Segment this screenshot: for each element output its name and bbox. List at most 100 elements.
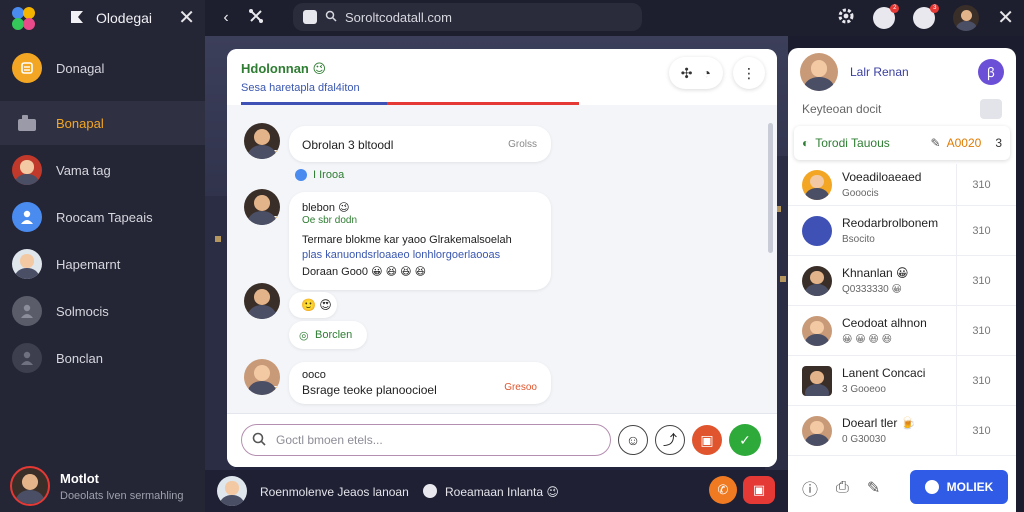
call-icon[interactable]: ✆ (709, 476, 737, 504)
pin-icon: ✎ (930, 136, 941, 150)
contact-header: Lalr Renan ꞵ (788, 48, 1016, 96)
list-item[interactable]: Doearl tler 🍺 0 G30030 310 (788, 406, 1016, 456)
settings-gear-icon[interactable] (837, 7, 855, 30)
sidebar-item-label: Donagal (56, 60, 105, 76)
puzzle-icon[interactable]: ✣ (681, 65, 693, 82)
cta-icon (924, 480, 939, 494)
list-item-name: Ceodoat alhnon (842, 316, 927, 330)
message-text: Termare blokme kar yaoo Glrakemalsoelah (302, 234, 512, 246)
list-item[interactable]: Ceodoat alhnon 😀 😀 😆 😆 310 (788, 306, 1016, 356)
contact-avatar[interactable] (800, 53, 838, 91)
reaction-line: I Irooa (295, 169, 344, 181)
user-avatar (10, 466, 50, 506)
info-icon[interactable]: ⓘ (802, 476, 818, 500)
check-icon: ◎ (299, 330, 309, 342)
list-item-sub: 0 G30030 (842, 434, 886, 445)
message-input[interactable]: Goctl bmoen etels... (241, 424, 611, 456)
list-item[interactable]: Reodarbrolbonem Bsocito 310 (788, 206, 1016, 256)
list-item[interactable]: Khnanlan 😀 Q0333330 😀 310 (788, 256, 1016, 306)
list-item-sub: 😀 😀 😆 😆 (842, 334, 893, 345)
edit-icon[interactable]: ✎ (867, 478, 880, 498)
status-chip[interactable]: ◎ Borclen (289, 321, 367, 349)
url-text: Soroltcodatall.com (345, 9, 452, 25)
folder-icon (12, 108, 42, 138)
sidebar-item-bonapal[interactable]: Bonapal (0, 101, 205, 145)
tab-indicator-secondary[interactable] (387, 102, 579, 105)
message-text: Bsrage teoke planoocioel (302, 383, 437, 397)
app-flag-icon (66, 7, 88, 29)
list-item-name: Doearl tler 🍺 (842, 416, 916, 430)
search-icon (325, 10, 337, 25)
card-icon[interactable] (980, 99, 1002, 119)
sidebar-item-roocam-tapeais[interactable]: Roocam Tapeais (0, 195, 205, 239)
media-icon[interactable]: ▣ (692, 425, 722, 455)
message-bubble: ooco Bsrage teoke planoocioel Gresoo (289, 362, 551, 404)
sidebar-item-label: Vama tag (56, 162, 111, 178)
close-window-icon[interactable]: ✕ (997, 8, 1014, 28)
message-avatar[interactable] (244, 283, 280, 319)
chat-scrollbar[interactable] (768, 123, 773, 253)
cta-button[interactable]: MOLIEK (910, 470, 1008, 504)
list-avatar (802, 169, 832, 200)
message-avatar[interactable] (244, 359, 280, 395)
ticket-count: 3 (995, 136, 1002, 150)
bottom-left-text: Roenmolenve Jeaos lanoan (260, 485, 409, 499)
contact-action-icon[interactable]: ꞵ (978, 59, 1004, 85)
sidebar-item-donagal[interactable]: Donagal (0, 46, 205, 90)
message-input-placeholder: Goctl bmoen etels... (276, 433, 383, 447)
print-icon[interactable]: ⎙ (836, 479, 849, 497)
profile-avatar[interactable] (953, 5, 980, 31)
list-item-time: 310 (956, 406, 1006, 456)
tools-icon[interactable] (241, 8, 271, 29)
bottom-avatar[interactable] (217, 476, 247, 506)
bottom-strip: Roenmolenve Jeaos lanoan Roeamaan Inlant… (205, 470, 788, 512)
cta-label: MOLIEK (946, 480, 994, 494)
emoji-icon[interactable]: ☺ (618, 425, 648, 455)
list-item-name: Khnanlan 😀 (842, 266, 909, 280)
list-item-name: Voeadiloaeaed (842, 170, 922, 184)
media-share-icon[interactable]: ▣ (743, 476, 775, 504)
sidebar-title: Olodegai (96, 10, 153, 26)
person-icon (12, 202, 42, 232)
close-sidebar-icon[interactable]: ✕ (178, 8, 195, 28)
list-item[interactable]: Lanent Concaci 3 Gooeoo 310 (788, 356, 1016, 406)
list-item[interactable]: Voeadiloaeaed Gooocis 310 (788, 164, 1016, 206)
sidebar-item-vama-tag[interactable]: Vama tag (0, 148, 205, 192)
back-icon[interactable]: ‹ (211, 9, 241, 27)
message-avatar[interactable] (244, 189, 280, 225)
list-avatar (802, 365, 832, 396)
sidebar-item-label: Hapemarnt (56, 256, 121, 272)
timer-icon[interactable]: ◔ (703, 65, 711, 81)
url-bar[interactable]: Soroltcodatall.com (293, 3, 642, 31)
current-user[interactable]: Motlot Doeolats lven sermahling (0, 460, 205, 512)
ticket-card[interactable]: ◐ Torodi Tauous ✎ A0020 3 (794, 126, 1010, 160)
sidebar-item-solmocis[interactable]: Solmocis (0, 289, 205, 333)
ticket-code: A0020 (946, 136, 982, 150)
chat-tools-pill[interactable]: ✣ ◔ (668, 57, 723, 89)
app-logo[interactable] (10, 4, 38, 32)
reaction-text: I Irooa (313, 169, 345, 181)
left-sidebar: Olodegai ✕ Donagal Bonapal Vama tag Rooc… (0, 0, 205, 512)
lock-icon (303, 10, 317, 24)
sidebar-item-label: Solmocis (56, 303, 109, 319)
message-text: Obrolan 3 bltoodl (302, 138, 394, 152)
user-subtitle: Doeolats lven sermahling (60, 489, 184, 502)
list-item-time: 310 (956, 164, 1006, 206)
chat-panel: Hdolonnan 😉 Sesa haretapla dfal4iton ✣ ◔… (227, 49, 777, 467)
sidebar-item-hapemarnt[interactable]: Hapemarnt (0, 242, 205, 286)
more-options-icon[interactable]: ⋮ (733, 57, 765, 89)
notification-icon[interactable]: 2 (873, 4, 900, 29)
reaction-dot-icon (295, 169, 307, 181)
alert-icon[interactable]: 3 (913, 4, 940, 29)
sidebar-item-bonclan[interactable]: Bonclan (0, 336, 205, 380)
message-bubble: blebon 😉 Oe sbr dodn Termare blokme kar … (289, 192, 551, 290)
ticket-label: Torodi Tauous (815, 136, 890, 150)
tab-indicator-active[interactable] (241, 102, 387, 105)
attach-icon[interactable]: ⤴ (655, 425, 685, 455)
message-avatar[interactable] (244, 123, 280, 159)
message-meta: Grolss (508, 139, 537, 150)
notification-badge: 2 (890, 4, 900, 13)
ticket-icon: ◐ (802, 136, 810, 150)
person-icon (12, 296, 42, 326)
send-check-icon[interactable]: ✓ (729, 424, 761, 456)
